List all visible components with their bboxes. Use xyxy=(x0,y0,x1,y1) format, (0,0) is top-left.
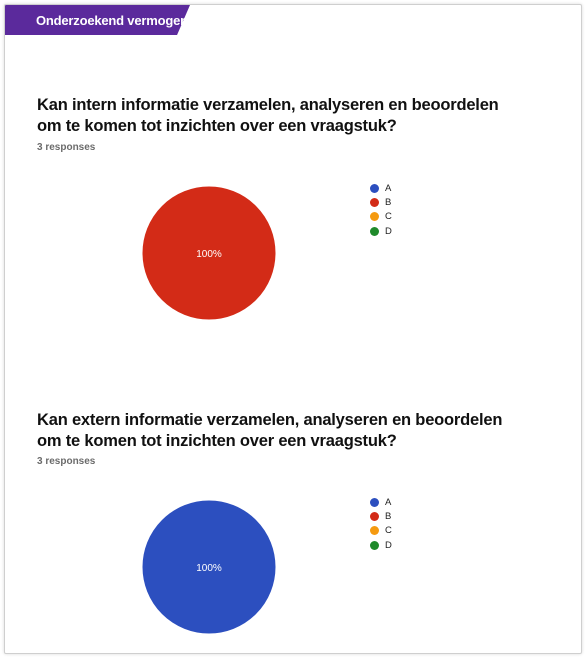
legend-swatch xyxy=(370,526,379,536)
legend-label: A xyxy=(385,496,392,508)
legend-swatch xyxy=(370,212,379,222)
legend-item-b: B xyxy=(370,195,430,209)
question-1-legend: ABCD xyxy=(370,181,430,238)
legend-label: C xyxy=(385,525,392,537)
legend-item-c: C xyxy=(370,524,430,538)
legend-swatch xyxy=(370,497,379,507)
question-2-response-count: 3 responses xyxy=(37,456,96,467)
legend-item-c: C xyxy=(370,210,430,224)
legend-swatch xyxy=(370,226,379,236)
question-1-response-count: 3 responses xyxy=(37,142,96,153)
legend-label: B xyxy=(385,510,392,522)
legend-label: D xyxy=(385,539,392,551)
legend-swatch xyxy=(370,183,379,193)
legend-item-b: B xyxy=(370,509,430,523)
section-title: Onderzoekend vermogen xyxy=(36,13,188,28)
question-2-pie-chart: 100% xyxy=(141,499,277,635)
legend-swatch xyxy=(370,197,379,207)
legend-label: C xyxy=(385,211,392,223)
form-results-panel: Onderzoekend vermogen Kan intern informa… xyxy=(4,4,582,654)
question-1-title: Kan intern informatie verzamelen, analys… xyxy=(37,96,499,135)
question-1-pie-chart: 100% xyxy=(141,185,277,321)
legend-swatch xyxy=(370,540,379,550)
legend-label: A xyxy=(385,182,392,194)
question-2-title: Kan extern informatie verzamelen, analys… xyxy=(37,411,503,450)
legend-label: B xyxy=(385,196,392,208)
legend-swatch xyxy=(370,511,379,521)
legend-item-a: A xyxy=(370,495,430,509)
pie-data-label-a: 100% xyxy=(196,563,222,574)
legend-item-d: D xyxy=(370,538,430,552)
legend-label: D xyxy=(385,225,392,237)
question-2-legend: ABCD xyxy=(370,495,430,552)
legend-item-d: D xyxy=(370,224,430,238)
legend-item-a: A xyxy=(370,181,430,195)
pie-data-label-b: 100% xyxy=(196,249,222,260)
